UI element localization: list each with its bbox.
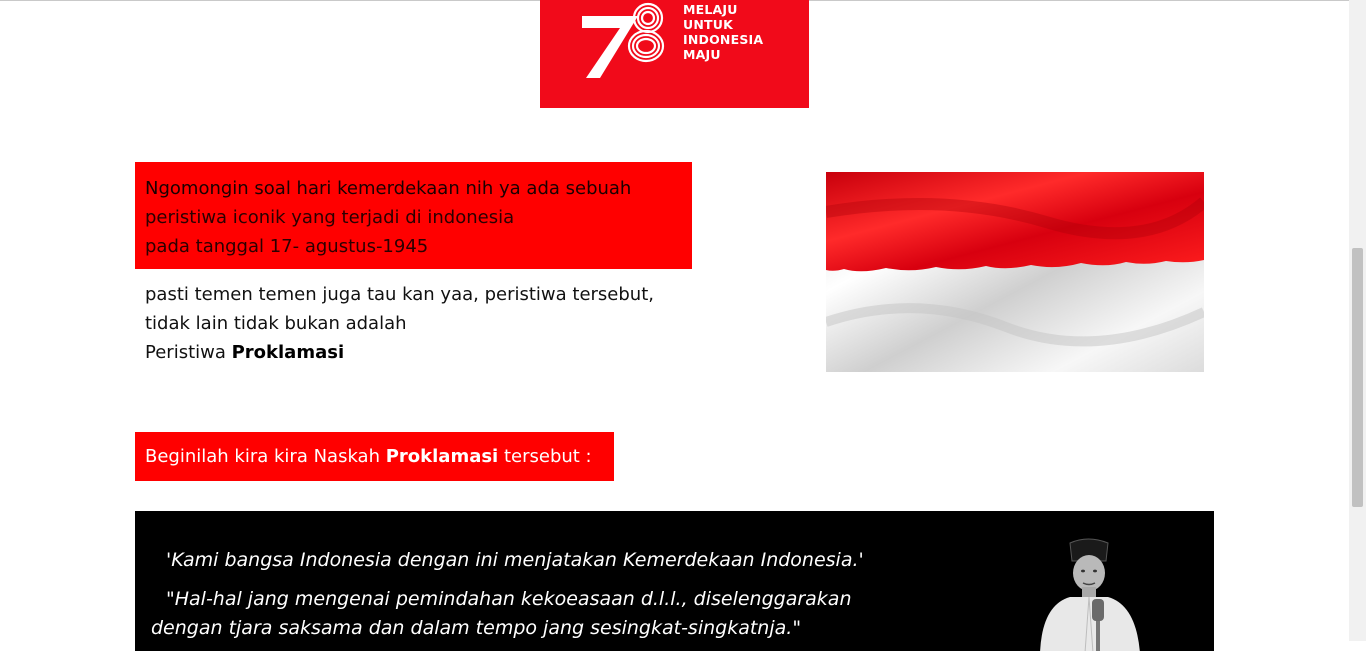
proklamasi-paragraph: pasti temen temen juga tau kan yaa, peri…: [145, 280, 705, 367]
intro-highlight-box: Ngomongin soal hari kemerdekaan nih ya a…: [135, 162, 692, 269]
quote-line: dengan tjara saksama dan dalam tempo jan…: [151, 617, 802, 639]
indonesian-flag-image: [826, 172, 1204, 372]
page-scrollbar-thumb[interactable]: [1352, 248, 1363, 507]
intro-line: Ngomongin soal hari kemerdekaan nih ya a…: [145, 178, 632, 199]
soekarno-photo: [1040, 538, 1140, 651]
logo-78-icon: [582, 2, 665, 78]
naskah-heading-bar: Beginilah kira kira Naskah Proklamasi te…: [135, 432, 614, 481]
paragraph-line: pasti temen temen juga tau kan yaa, peri…: [145, 284, 654, 305]
proklamasi-bold: Proklamasi: [231, 342, 345, 363]
paragraph-prefix: Peristiwa: [145, 342, 232, 363]
naskah-heading: Beginilah kira kira Naskah Proklamasi te…: [145, 446, 592, 467]
hut-ri-78-logo-banner: MELAJU UNTUK INDONESIA MAJU: [540, 0, 809, 108]
logo-tagline: MELAJU UNTUK INDONESIA MAJU: [683, 2, 763, 62]
logo-line: MELAJU: [683, 2, 738, 17]
paragraph-line: tidak lain tidak bukan adalah: [145, 313, 407, 334]
naskah-bold: Proklamasi: [385, 446, 499, 467]
paragraph-line: Peristiwa Proklamasi: [145, 338, 705, 367]
intro-line: peristiwa iconik yang terjadi di indones…: [145, 207, 515, 228]
logo-line: INDONESIA: [683, 32, 764, 47]
proklamasi-text-panel: 'Kami bangsa Indonesia dengan ini menjat…: [135, 511, 1214, 651]
logo-line: UNTUK: [683, 17, 733, 32]
naskah-prefix: Beginilah kira kira Naskah: [145, 446, 386, 467]
intro-line: pada tanggal 17- agustus-1945: [145, 236, 429, 257]
naskah-suffix: tersebut :: [498, 446, 592, 467]
logo-line: MAJU: [683, 47, 721, 62]
quote-line: 'Kami bangsa Indonesia dengan ini menjat…: [166, 549, 864, 571]
quote-line: "Hal-hal jang mengenai pemindahan kekoea…: [166, 588, 852, 610]
